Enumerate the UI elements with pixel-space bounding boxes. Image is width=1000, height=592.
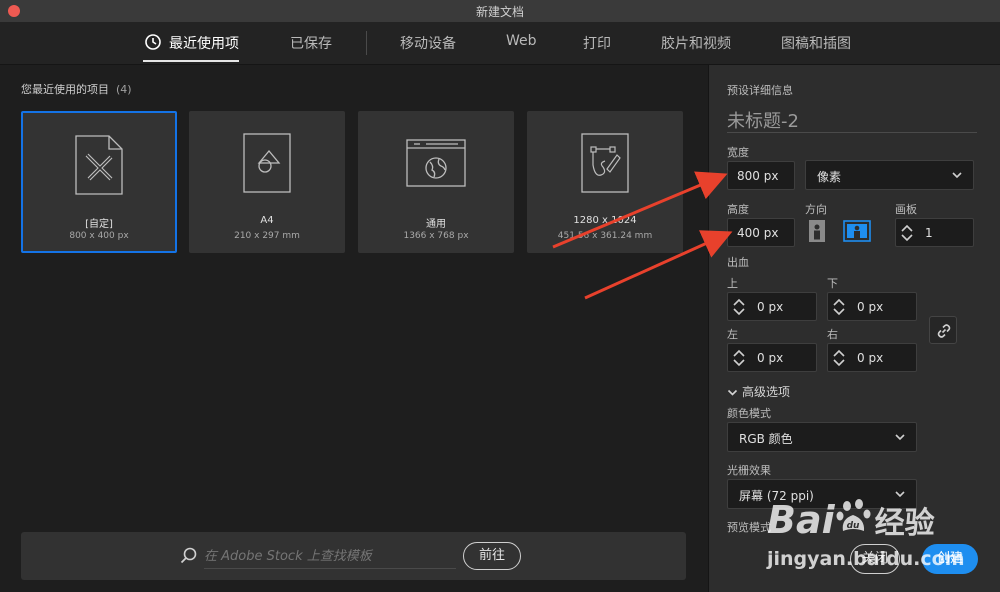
width-label: 宽度: [727, 146, 749, 159]
landscape-icon: [843, 220, 871, 242]
preset-dimensions: 210 x 297 mm: [234, 231, 300, 241]
custom-document-icon: [75, 135, 123, 195]
bleed-top-stepper[interactable]: 0 px: [727, 292, 817, 321]
category-tabs: 最近使用项 已保存 移动设备 Web 打印 胶片和视频 图稿和插图: [0, 22, 1000, 65]
tab-recent[interactable]: 最近使用项: [169, 33, 239, 53]
stock-search-input[interactable]: [204, 544, 456, 569]
tab-film-video[interactable]: 胶片和视频: [661, 33, 731, 53]
preview-mode-label: 预览模式: [727, 521, 771, 534]
artboard-stepper[interactable]: 1: [895, 218, 974, 247]
height-label: 高度: [727, 203, 749, 216]
tab-divider: [366, 31, 367, 55]
document-name-input[interactable]: 未标题-2: [727, 107, 799, 133]
window-title-bar: 新建文档: [0, 0, 1000, 23]
portrait-orientation-button[interactable]: [805, 219, 829, 243]
paw-icon: du: [836, 499, 871, 531]
tab-saved[interactable]: 已保存: [290, 33, 332, 53]
print-document-icon: [243, 133, 291, 193]
document-name-underline: [727, 132, 977, 133]
go-button[interactable]: 前往: [463, 542, 521, 570]
chevron-down-icon: [727, 389, 738, 396]
portrait-icon: [809, 220, 825, 242]
preset-dimensions: 1366 x 768 px: [403, 231, 469, 241]
preset-card-web[interactable]: 通用 1366 x 768 px: [358, 111, 514, 253]
bleed-top-label: 上: [727, 277, 738, 290]
preset-card-custom[interactable]: [自定] 800 x 400 px: [21, 111, 177, 253]
bleed-right-stepper[interactable]: 0 px: [827, 343, 917, 372]
svg-text:du: du: [846, 521, 859, 531]
height-field[interactable]: 400 px: [727, 218, 795, 247]
preset-name: A4: [260, 215, 274, 226]
tab-art-illustration[interactable]: 图稿和插图: [781, 33, 851, 53]
preset-name: 1280 x 1024: [573, 215, 637, 226]
watermark-url: jingyan.baidu.com: [767, 548, 965, 570]
advanced-options-toggle[interactable]: 高级选项: [727, 383, 790, 400]
color-mode-select[interactable]: RGB 颜色: [727, 422, 917, 452]
bleed-bottom-label: 下: [827, 277, 838, 290]
preset-dimensions: 451.56 x 361.24 mm: [557, 231, 653, 241]
tab-web[interactable]: Web: [506, 33, 537, 49]
chevron-down-icon: [895, 434, 905, 441]
stepper-arrows-icon[interactable]: [899, 223, 915, 243]
bleed-left-label: 左: [727, 328, 738, 341]
link-bleed-button[interactable]: [929, 316, 957, 344]
active-tab-indicator: [143, 60, 239, 62]
orientation-label: 方向: [805, 203, 827, 216]
color-mode-label: 颜色模式: [727, 407, 771, 420]
stepper-arrows-icon[interactable]: [731, 297, 747, 317]
preset-card-a4[interactable]: A4 210 x 297 mm: [189, 111, 345, 253]
tab-print[interactable]: 打印: [583, 33, 611, 53]
bleed-bottom-stepper[interactable]: 0 px: [827, 292, 917, 321]
bleed-label: 出血: [727, 256, 749, 269]
unit-select[interactable]: 像素: [805, 160, 974, 190]
window-title: 新建文档: [475, 5, 524, 19]
preset-card-1280[interactable]: 1280 x 1024 451.56 x 361.24 mm: [527, 111, 683, 253]
recent-items-heading: 您最近使用的项目 (4): [21, 83, 132, 96]
bleed-right-label: 右: [827, 328, 838, 341]
landscape-orientation-button[interactable]: [843, 219, 871, 243]
stepper-arrows-icon[interactable]: [831, 297, 847, 317]
stepper-arrows-icon[interactable]: [831, 348, 847, 368]
web-browser-icon: [406, 139, 466, 187]
stock-search-bar: 前往: [21, 532, 686, 580]
illustration-document-icon: [581, 133, 629, 193]
search-icon: [180, 547, 197, 564]
width-field[interactable]: 800 px: [727, 161, 795, 190]
stepper-arrows-icon[interactable]: [731, 348, 747, 368]
artboard-label: 画板: [895, 203, 917, 216]
clock-icon: [145, 34, 161, 50]
watermark-logo: Bai du 经验: [767, 498, 935, 542]
chevron-down-icon: [952, 172, 962, 179]
bleed-left-stepper[interactable]: 0 px: [727, 343, 817, 372]
preset-name: [自定]: [85, 219, 113, 230]
link-icon: [937, 324, 951, 338]
tab-mobile[interactable]: 移动设备: [400, 33, 456, 53]
raster-effects-label: 光栅效果: [727, 464, 771, 477]
preset-details-heading: 预设详细信息: [727, 84, 793, 97]
preset-name: 通用: [426, 219, 446, 230]
preset-dimensions: 800 x 400 px: [69, 231, 129, 241]
